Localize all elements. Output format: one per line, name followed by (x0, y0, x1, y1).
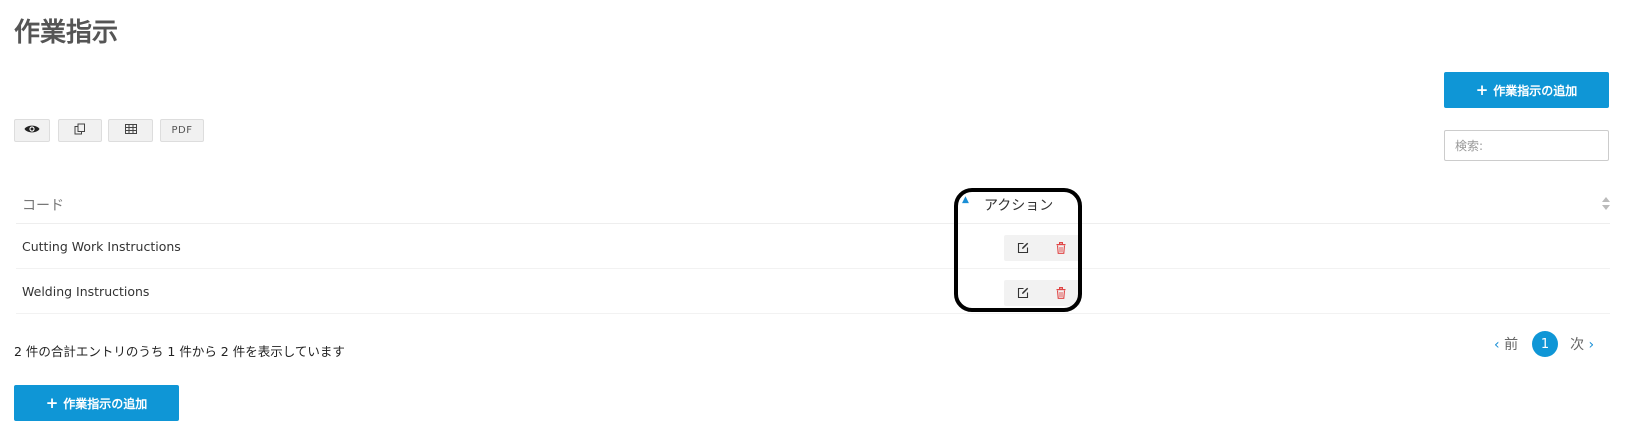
chevron-left-icon: ‹ (1494, 337, 1500, 353)
trash-icon (1056, 287, 1066, 299)
plus-icon: + (45, 393, 59, 412)
copy-icon (74, 123, 86, 138)
column-header-action[interactable]: アクション (984, 195, 1053, 215)
chevron-right-icon: › (1588, 337, 1595, 353)
work-instruction-table: コード ▲ アクション Cutting Work Instructions We… (16, 187, 1610, 314)
delete-button[interactable] (1042, 235, 1080, 261)
table-row: Cutting Work Instructions (16, 224, 1610, 269)
row-code: Welding Instructions (22, 284, 150, 299)
page-title: 作業指示 (14, 18, 119, 48)
plus-icon: + (1475, 80, 1489, 99)
pagination-page-current[interactable]: 1 (1532, 331, 1559, 357)
sort-asc-icon: ▲ (962, 195, 969, 205)
trash-icon (1056, 242, 1066, 254)
sort-both-icon[interactable] (1602, 197, 1610, 211)
pdf-export-button[interactable]: PDF (160, 119, 204, 142)
column-visibility-button[interactable] (14, 119, 50, 142)
eye-icon (24, 124, 40, 137)
row-actions (1004, 235, 1080, 261)
prev-label: 前 (1504, 337, 1519, 353)
column-header-code[interactable]: コード (22, 195, 64, 215)
delete-button[interactable] (1042, 280, 1080, 306)
csv-export-button[interactable] (108, 119, 153, 142)
table-row: Welding Instructions (16, 269, 1610, 314)
add-work-instruction-button[interactable]: + 作業指示の追加 (1444, 72, 1609, 108)
pagination-prev[interactable]: ‹ 前 (1494, 334, 1518, 354)
table-header-row: コード ▲ アクション (16, 187, 1610, 224)
copy-button[interactable] (58, 119, 102, 142)
pdf-label: PDF (171, 125, 193, 136)
edit-button[interactable] (1004, 280, 1042, 306)
edit-button[interactable] (1004, 235, 1042, 261)
pagination: ‹ 前 1 次 › (1494, 331, 1594, 357)
add-work-instruction-button-bottom[interactable]: + 作業指示の追加 (14, 385, 179, 421)
search-input[interactable] (1444, 130, 1609, 161)
pagination-next[interactable]: 次 › (1570, 334, 1594, 354)
row-actions (1004, 280, 1080, 306)
edit-icon (1017, 287, 1029, 299)
add-button-label: 作業指示の追加 (1493, 83, 1578, 98)
row-code: Cutting Work Instructions (22, 239, 181, 254)
next-label: 次 (1570, 337, 1585, 353)
edit-icon (1017, 242, 1029, 254)
table-info: 2 件の合計エントリのうち 1 件から 2 件を表示しています (14, 344, 345, 359)
add-button-label: 作業指示の追加 (63, 396, 148, 411)
table-icon (124, 124, 137, 137)
